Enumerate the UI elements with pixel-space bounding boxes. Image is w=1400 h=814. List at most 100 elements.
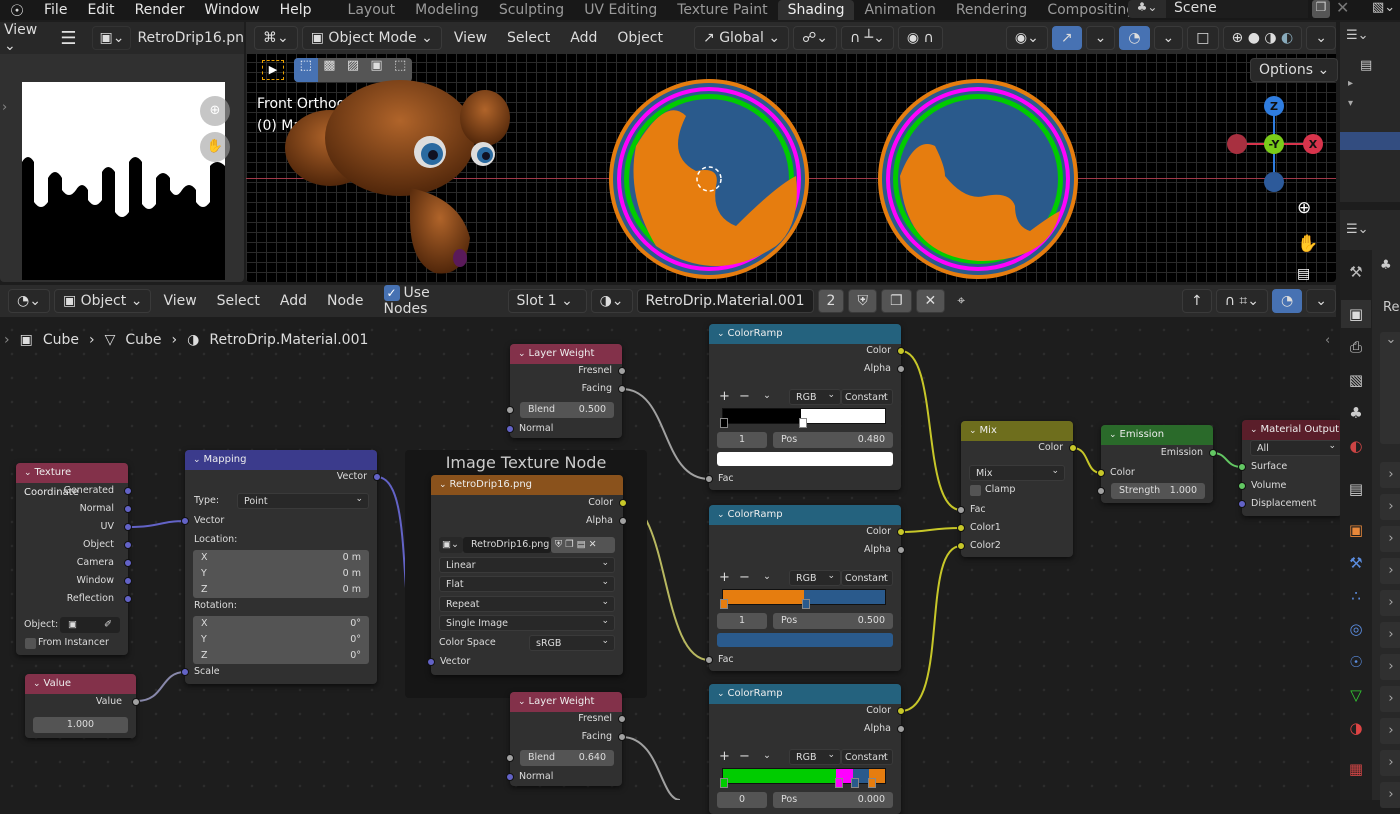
properties-panel-expand-icon[interactable]: › (1380, 750, 1400, 776)
properties-panel-expand-icon[interactable]: › (1380, 590, 1400, 616)
displacement-input-socket[interactable] (1238, 500, 1246, 508)
texcoord-output-socket[interactable] (124, 577, 132, 585)
expand-toolbar-icon[interactable]: › (2, 100, 7, 115)
properties-panel-expand-icon[interactable]: › (1380, 718, 1400, 744)
node-editor-type-icon[interactable]: ◔⌄ (8, 289, 50, 313)
new-scene-icon[interactable]: ❐ (1312, 0, 1330, 18)
color-stop-handle[interactable] (720, 418, 728, 428)
snap-icon[interactable]: ∩ ┴⌄ (840, 26, 894, 50)
outliner-selected-row[interactable] (1340, 132, 1400, 150)
transform-orientation[interactable]: ↗ Global ⌄ (694, 26, 790, 50)
fac-input-socket[interactable] (705, 475, 713, 483)
material-shading-icon[interactable]: ◑ (1264, 30, 1276, 46)
image-view-menu[interactable]: View ⌄ (4, 22, 44, 54)
properties-editor-type-icon[interactable]: ☰⌄ (1346, 222, 1369, 237)
outliner[interactable]: ☰⌄ ▤ ▸ ▾ (1340, 22, 1400, 202)
slot-selector[interactable]: Slot 1 ⌄ (507, 289, 587, 313)
duplicate-material-icon[interactable]: ❐ (880, 289, 912, 313)
rotation-z-field[interactable]: Z 0° (193, 648, 369, 664)
properties-panel-expand-icon[interactable]: › (1380, 494, 1400, 520)
color-stop-handle[interactable] (720, 599, 728, 609)
collapse-collection-icon[interactable]: ▾ (1348, 98, 1353, 109)
object-tab-icon[interactable]: ▣ (1341, 516, 1371, 544)
node-header[interactable]: ColorRamp (709, 684, 901, 704)
material-tab-icon[interactable]: ◑ (1341, 714, 1371, 742)
options-dropdown[interactable]: Options ⌄ (1250, 58, 1339, 82)
node-header[interactable]: Value (25, 674, 136, 694)
shading-dropdown[interactable]: ⌄ (1306, 26, 1336, 50)
node-snap-icon[interactable]: ∩ ⌗⌄ (1215, 289, 1269, 313)
stop-position-field[interactable]: Pos 0.000 (773, 792, 893, 808)
shader-type-selector[interactable]: ▣ Object ⌄ (53, 289, 152, 313)
new-image-icon[interactable]: ❐ (565, 539, 577, 550)
properties-panel-open[interactable]: ⌄ (1380, 332, 1400, 444)
node-menu-select[interactable]: Select (209, 293, 268, 309)
image-name-field[interactable]: RetroDrip16.png (463, 537, 551, 553)
use-nodes-toggle[interactable]: ✓ Use Nodes (376, 285, 468, 317)
remove-stop-icon[interactable]: − (739, 389, 750, 405)
use-nodes-checkbox[interactable]: ✓ (383, 285, 400, 301)
properties-panel-expand-icon[interactable]: › (1380, 558, 1400, 584)
scene-selector[interactable]: ♣⌄ Scene (1128, 0, 1308, 18)
node-colorramp-2[interactable]: ColorRamp Color Alpha + − ⌄ RGB Constant… (705, 505, 905, 671)
pin-icon[interactable]: ⌖ (949, 293, 973, 309)
viewport-zoom-icon[interactable]: ⊕ (1297, 198, 1311, 218)
disc-object-right[interactable] (875, 76, 1085, 282)
xray-icon[interactable]: □ (1187, 26, 1219, 50)
parent-node-tree-icon[interactable]: ↑ (1181, 289, 1212, 313)
tab-modeling[interactable]: Modeling (405, 0, 489, 20)
node-menu-add[interactable]: Add (272, 293, 315, 309)
node-header[interactable]: Emission (1101, 425, 1213, 445)
node-header[interactable]: Mix (961, 421, 1073, 441)
scene-icon[interactable]: ♣⌄ (1128, 0, 1166, 18)
node-header[interactable]: RetroDrip16.png (431, 475, 623, 495)
strength-input-socket[interactable] (1097, 487, 1105, 495)
location-z-field[interactable]: Z 0 m (193, 582, 369, 598)
image-preview[interactable] (22, 82, 225, 280)
normal-input-socket[interactable] (506, 773, 514, 781)
properties-panel-expand-icon[interactable]: › (1380, 654, 1400, 680)
color-mode-dropdown[interactable]: RGB (789, 568, 841, 586)
clamp-checkbox[interactable] (970, 485, 981, 496)
material-users-count[interactable]: 2 (817, 289, 845, 313)
fresnel-output-socket[interactable] (618, 367, 626, 375)
fake-user-shield-icon[interactable]: ⛨ (848, 289, 877, 313)
vector-input-socket[interactable] (181, 517, 189, 525)
properties-panel-expand-icon[interactable]: › (1380, 462, 1400, 488)
tab-layout[interactable]: Layout (338, 0, 406, 20)
color-stop-handle[interactable] (834, 778, 843, 788)
volume-input-socket[interactable] (1238, 482, 1246, 490)
ramp-menu-icon[interactable]: ⌄ (763, 569, 771, 585)
viewport-menu-view[interactable]: View (446, 30, 495, 46)
node-menu-view[interactable]: View (155, 293, 204, 309)
node-header[interactable]: Material Output (1242, 420, 1342, 440)
node-emission[interactable]: Emission Emission Color Strength 1.000 (1097, 425, 1217, 503)
node-layer-weight-2[interactable]: Layer Weight Fresnel Facing Blend 0.640 N… (506, 692, 626, 786)
viewport-menu-add[interactable]: Add (562, 30, 605, 46)
color-stop-handle[interactable] (851, 778, 860, 788)
node-colorramp-1[interactable]: ColorRamp Color Alpha + − ⌄ RGB Constant… (705, 324, 905, 490)
ramp-menu-icon[interactable]: ⌄ (763, 748, 771, 764)
view-layer-icon[interactable]: ▧⌄ (1372, 0, 1395, 15)
viewport-menu-select[interactable]: Select (499, 30, 558, 46)
interpolation-dropdown[interactable]: Constant (841, 568, 893, 586)
neg-z-axis-icon[interactable] (1264, 172, 1284, 192)
color-mode-dropdown[interactable]: RGB (789, 747, 841, 765)
texcoord-output-socket[interactable] (124, 505, 132, 513)
properties-panel-expand-icon[interactable]: › (1380, 526, 1400, 552)
properties-panel-expand-icon[interactable]: › (1380, 782, 1400, 808)
viewport-menu-object[interactable]: Object (609, 30, 671, 46)
render-tab-icon[interactable]: ▣ (1341, 300, 1371, 328)
viewport-pan-icon[interactable]: ✋ (1297, 234, 1318, 254)
breadcrumb-mesh[interactable]: Cube (125, 332, 161, 348)
hamburger-menu-icon[interactable]: ☰ (60, 28, 76, 49)
gizmo-toggle-icon[interactable]: ↗ (1051, 26, 1082, 50)
color-stop-handle[interactable] (802, 599, 810, 609)
stop-index-field[interactable]: 0 (717, 792, 767, 808)
material-browse-icon[interactable]: ◑⌄ (590, 289, 633, 313)
select-tool-icon[interactable]: ▶ (262, 60, 284, 80)
shading-modes[interactable]: ⊕ ● ◑ ◐ (1222, 26, 1303, 50)
material-name-field[interactable]: RetroDrip.Material.001 (636, 289, 814, 313)
properties-panel-expand-icon[interactable]: › (1380, 622, 1400, 648)
facing-output-socket[interactable] (618, 733, 626, 741)
